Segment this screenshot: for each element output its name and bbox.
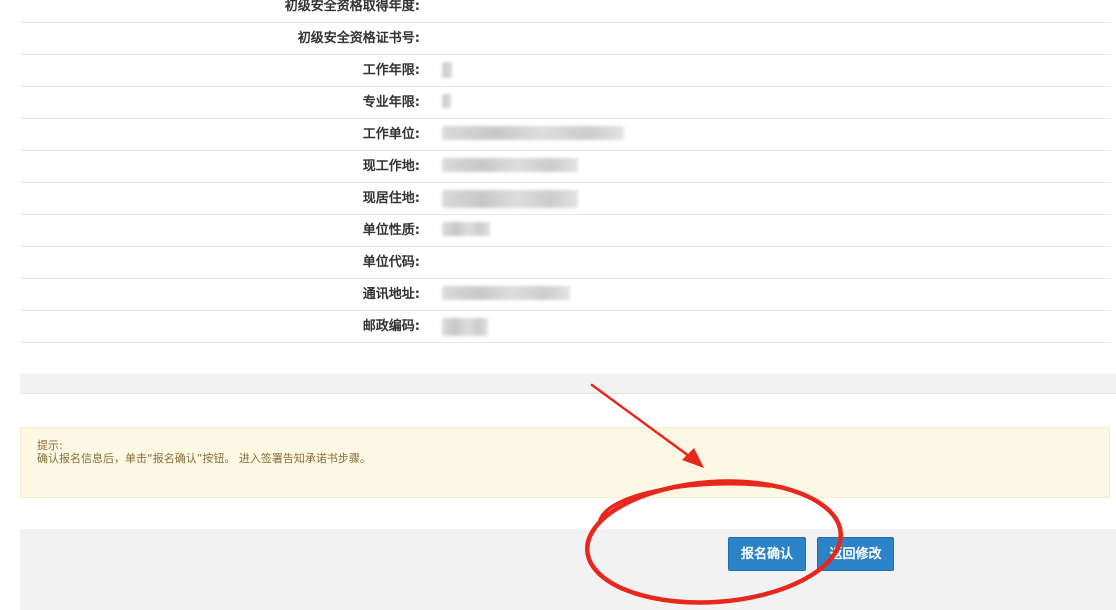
field-label-safety-cert: 初级安全资格证书号: xyxy=(297,31,420,46)
table-row: 通讯地址: xyxy=(20,279,1110,311)
table-row: 工作年限: xyxy=(20,55,1110,87)
back-to-edit-button[interactable]: 返回修改 xyxy=(817,537,894,571)
table-row: 现居住地: xyxy=(20,183,1110,215)
field-label-postal-code: 邮政编码: xyxy=(362,319,420,334)
redacted-value xyxy=(442,62,452,78)
field-label-residence: 现居住地: xyxy=(362,191,420,206)
table-row: 单位性质: xyxy=(20,215,1110,247)
field-label-major-years: 专业年限: xyxy=(362,95,420,110)
field-label-work-years: 工作年限: xyxy=(362,63,420,78)
confirm-registration-button[interactable]: 报名确认 xyxy=(728,537,806,571)
redacted-value xyxy=(442,190,578,208)
redacted-value xyxy=(442,126,624,140)
redacted-value xyxy=(442,222,490,236)
field-label-employer-code: 单位代码: xyxy=(362,255,420,270)
section-divider xyxy=(20,373,1116,394)
field-label-employer-type: 单位性质: xyxy=(362,223,420,238)
table-row: 工作单位: xyxy=(20,119,1110,151)
table-row: 邮政编码: xyxy=(20,311,1110,343)
field-label-work-location: 现工作地: xyxy=(362,159,420,174)
table-row: 初级安全资格证书号: xyxy=(20,23,1110,55)
field-label-mailing-address: 通讯地址: xyxy=(362,287,420,302)
field-label-safety-year: 初级安全资格取得年度: xyxy=(284,0,420,14)
redacted-value xyxy=(442,158,578,172)
notice-box: 提示: 确认报名信息后，单击“报名确认”按钮。 进入签署告知承诺书步骤。 xyxy=(20,427,1110,498)
info-table: 初级安全资格取得年度: 初级安全资格证书号: 工作年限: 专业年限: 工作单位: xyxy=(20,0,1110,343)
table-row: 现工作地: xyxy=(20,151,1110,183)
table-row: 单位代码: xyxy=(20,247,1110,279)
table-row: 专业年限: xyxy=(20,87,1110,119)
redacted-value xyxy=(442,318,488,336)
notice-text: 确认报名信息后，单击“报名确认”按钮。 进入签署告知承诺书步骤。 xyxy=(37,452,371,465)
redacted-value xyxy=(442,286,570,300)
notice-title: 提示: xyxy=(37,439,63,452)
redacted-value xyxy=(442,94,451,108)
page: 初级安全资格取得年度: 初级安全资格证书号: 工作年限: 专业年限: 工作单位: xyxy=(0,0,1116,610)
table-row: 初级安全资格取得年度: xyxy=(20,0,1110,23)
button-bar: 报名确认 返回修改 xyxy=(20,529,1116,610)
field-label-employer: 工作单位: xyxy=(362,127,420,142)
